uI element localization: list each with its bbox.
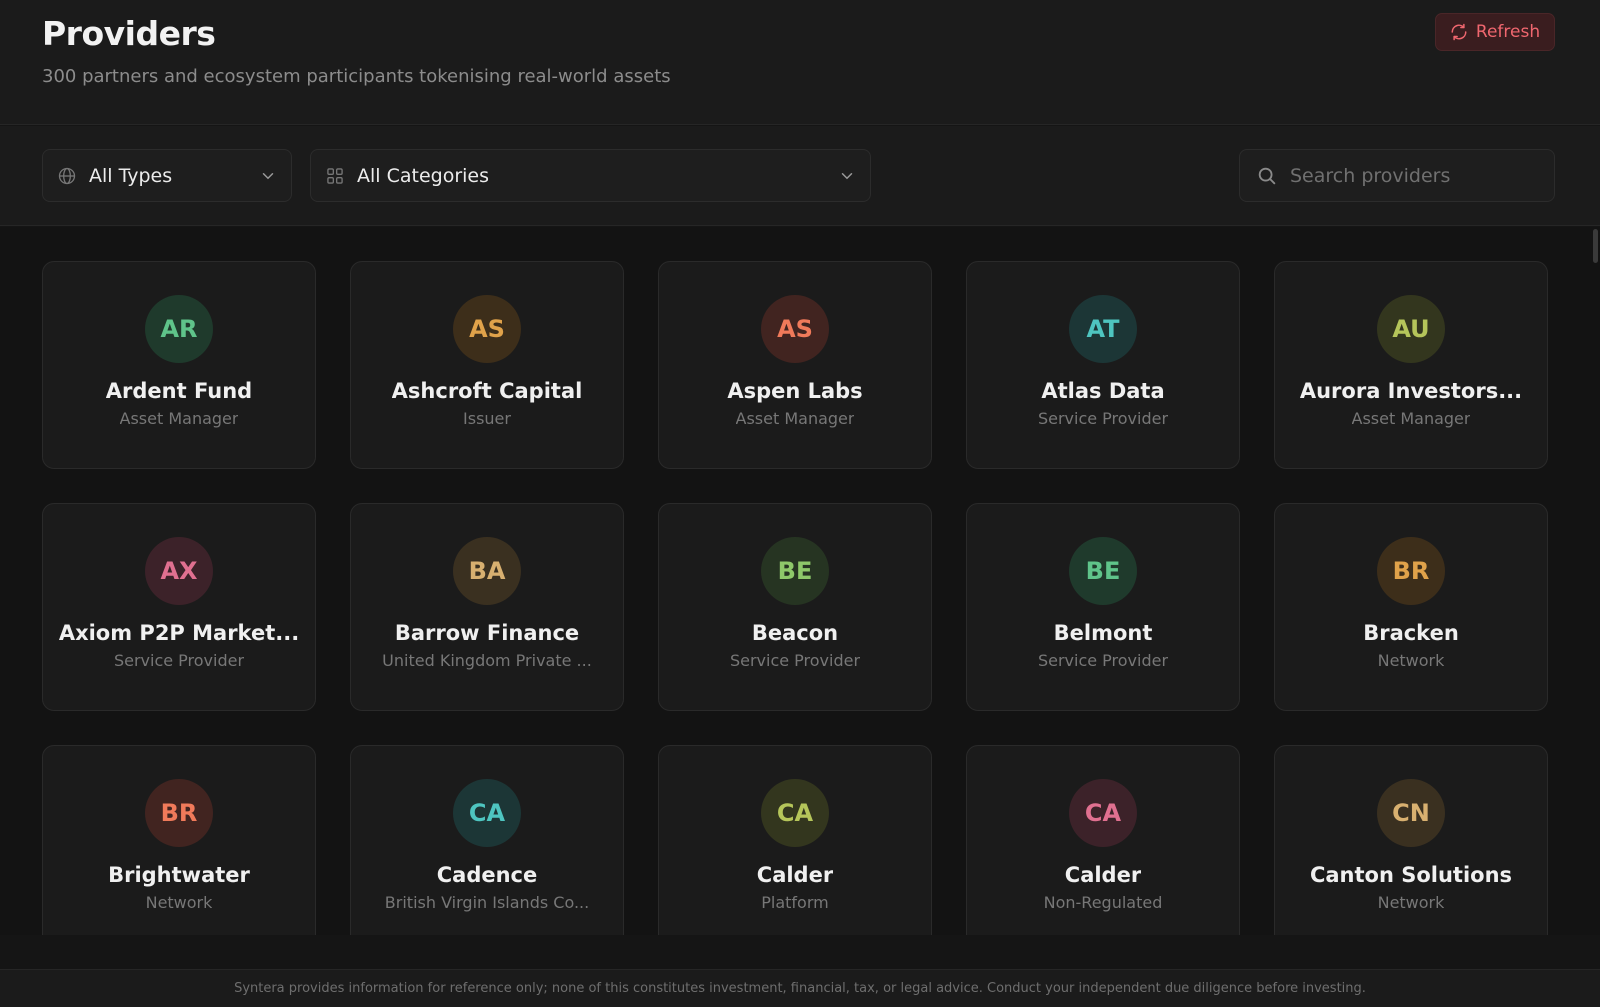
provider-card[interactable]: AR Ardent Fund Asset Manager [42,261,316,469]
provider-type: Asset Manager [1351,409,1471,428]
provider-avatar: CA [1069,779,1137,847]
provider-card[interactable]: BE Beacon Service Provider [658,503,932,711]
provider-card[interactable]: BR Brightwater Network [42,745,316,935]
provider-card[interactable]: AX Axiom P2P Market... Service Provider [42,503,316,711]
provider-card[interactable]: CA Calder Non-Regulated [966,745,1240,935]
provider-avatar: AT [1069,295,1137,363]
provider-avatar: AR [145,295,213,363]
provider-name: Axiom P2P Market... [58,621,300,645]
provider-avatar: BE [1069,537,1137,605]
footer-disclaimer: Syntera provides information for referen… [234,981,1366,996]
provider-type: Service Provider [1037,651,1169,670]
type-filter-value: All Types [89,164,173,187]
provider-avatar: CN [1377,779,1445,847]
provider-card[interactable]: CA Calder Platform [658,745,932,935]
provider-type: Service Provider [729,651,861,670]
provider-type: Service Provider [113,651,245,670]
providers-grid-area: AR Ardent Fund Asset Manager AS Ashcroft Cap… [0,227,1600,935]
provider-avatar: AU [1377,295,1445,363]
provider-name: Ardent Fund [105,379,253,403]
provider-name: Brightwater [108,863,250,887]
provider-card[interactable]: BE Belmont Service Provider [966,503,1240,711]
provider-type: Non-Regulated [1043,893,1163,912]
providers-grid: AR Ardent Fund Asset Manager AS Ashcroft Cap… [42,261,1548,935]
page-subtitle: 300 partners and ecosystem participants … [42,66,671,87]
provider-type: Platform [761,893,829,912]
provider-name: Aspen Labs [727,379,863,403]
type-filter-dropdown[interactable]: All Types [42,149,292,202]
provider-type: British Virgin Islands Co... [384,893,590,912]
provider-card[interactable]: AS Aspen Labs Asset Manager [658,261,932,469]
search-input[interactable] [1290,164,1530,187]
chevron-down-icon [259,167,277,185]
search-icon [1256,165,1278,187]
refresh-icon [1450,23,1468,41]
footer: Syntera provides information for referen… [0,969,1600,1007]
provider-avatar: CA [453,779,521,847]
provider-avatar: AX [145,537,213,605]
globe-icon [57,166,77,186]
provider-type: United Kingdom Private ... [382,651,592,670]
filter-bar: All Types All Categories [0,126,1600,226]
provider-type: Service Provider [1037,409,1169,428]
scrollbar-thumb[interactable] [1593,229,1598,263]
provider-name: Ashcroft Capital [391,379,583,403]
provider-name: Atlas Data [1041,379,1165,403]
provider-type: Network [145,893,213,912]
provider-avatar: BE [761,537,829,605]
provider-avatar: BR [1377,537,1445,605]
refresh-button[interactable]: Refresh [1435,13,1555,51]
provider-type: Asset Manager [735,409,855,428]
provider-avatar: BA [453,537,521,605]
search-box [1239,149,1555,202]
provider-name: Calder [1064,863,1142,887]
provider-avatar: AS [453,295,521,363]
chevron-down-icon [838,167,856,185]
category-filter-dropdown[interactable]: All Categories [310,149,871,202]
providers-page: Providers 300 partners and ecosystem par… [0,0,1600,1007]
provider-card[interactable]: AT Atlas Data Service Provider [966,261,1240,469]
provider-type: Network [1377,651,1445,670]
provider-card[interactable]: BR Bracken Network [1274,503,1548,711]
provider-type: Network [1377,893,1445,912]
provider-name: Aurora Investors... [1299,379,1523,403]
provider-name: Calder [756,863,834,887]
provider-name: Beacon [751,621,839,645]
provider-name: Barrow Finance [394,621,580,645]
provider-name: Bracken [1363,621,1459,645]
provider-avatar: AS [761,295,829,363]
page-header: Providers 300 partners and ecosystem par… [0,0,1600,125]
provider-card[interactable]: CA Cadence British Virgin Islands Co... [350,745,624,935]
provider-name: Belmont [1053,621,1153,645]
category-filter-value: All Categories [357,164,490,187]
refresh-label: Refresh [1475,22,1541,42]
provider-type: Issuer [463,409,511,428]
provider-card[interactable]: AU Aurora Investors... Asset Manager [1274,261,1548,469]
provider-card[interactable]: BA Barrow Finance United Kingdom Private .… [350,503,624,711]
grid-icon [325,166,345,186]
provider-name: Canton Solutions [1309,863,1513,887]
provider-card[interactable]: CN Canton Solutions Network [1274,745,1548,935]
provider-name: Cadence [436,863,538,887]
provider-avatar: CA [761,779,829,847]
provider-avatar: BR [145,779,213,847]
provider-type: Asset Manager [119,409,239,428]
provider-card[interactable]: AS Ashcroft Capital Issuer [350,261,624,469]
page-title: Providers [42,14,216,53]
